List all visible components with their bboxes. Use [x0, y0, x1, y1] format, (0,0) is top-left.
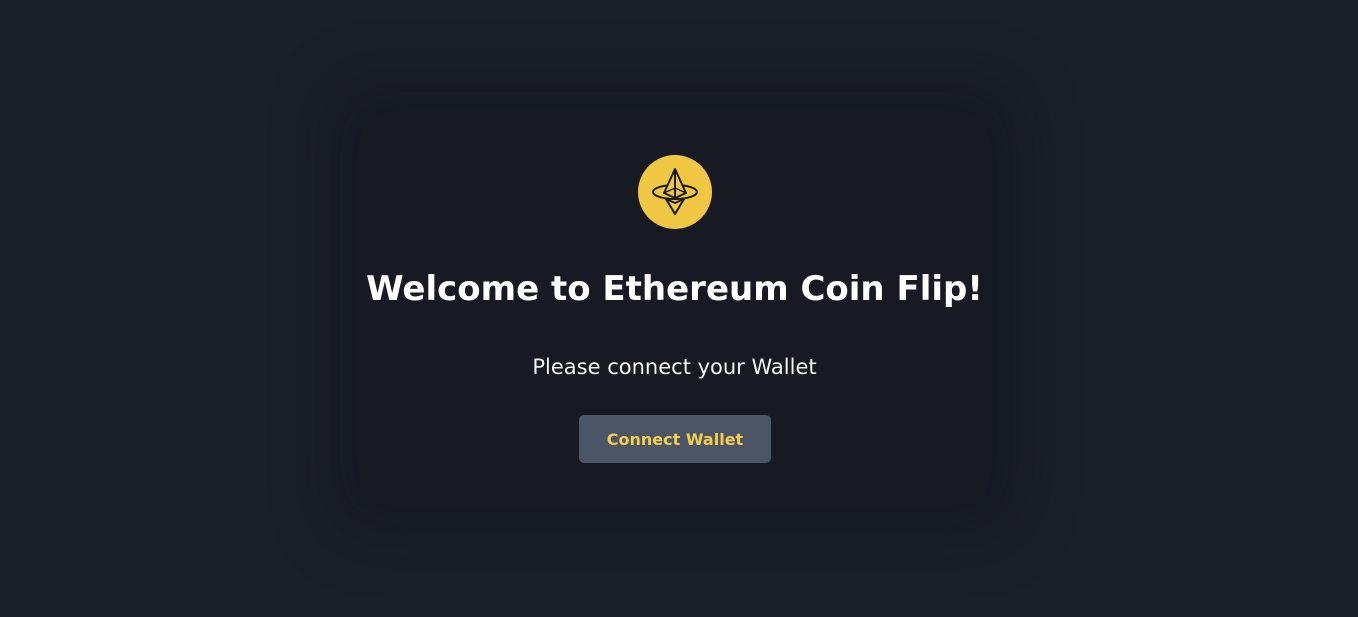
connect-wallet-prompt: Please connect your Wallet: [532, 355, 817, 379]
page: Welcome to Ethereum Coin Flip! Please co…: [0, 0, 1358, 617]
welcome-card: Welcome to Ethereum Coin Flip! Please co…: [362, 114, 987, 503]
connect-wallet-button[interactable]: Connect Wallet: [579, 415, 771, 463]
page-title: Welcome to Ethereum Coin Flip!: [366, 269, 983, 309]
ethereum-logo-icon: [638, 155, 712, 229]
